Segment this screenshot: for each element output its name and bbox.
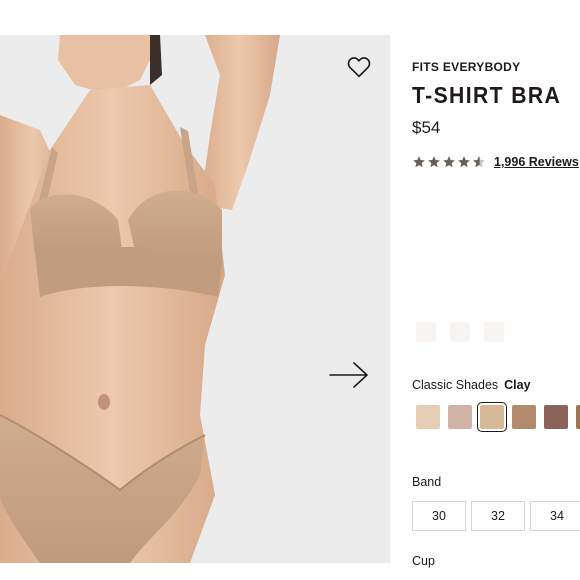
faded-swatch	[416, 322, 436, 342]
swatch-cocoa[interactable]	[544, 405, 568, 429]
arrow-right-icon	[329, 362, 368, 388]
shade-group-label: Classic Shades	[412, 378, 499, 392]
faded-swatch	[484, 322, 504, 342]
reviews-link[interactable]: 1,996 Reviews	[494, 155, 579, 169]
band-size-option[interactable]: 30	[412, 501, 466, 531]
swatch-ochre[interactable]	[512, 405, 536, 429]
swatch-stone[interactable]	[448, 405, 472, 429]
product-image	[0, 35, 390, 563]
model-photo	[0, 35, 280, 563]
star-icon	[428, 156, 440, 168]
star-icon	[443, 156, 455, 168]
band-size-option[interactable]: 34	[530, 501, 580, 531]
product-title: T-SHIRT BRA	[412, 82, 562, 108]
star-icon	[458, 156, 470, 168]
product-details: FITS EVERYBODY T-SHIRT BRA $54 1,996 Rev…	[412, 0, 580, 580]
cup-label: Cup	[412, 554, 435, 568]
heart-outline-icon	[347, 57, 371, 78]
swatch-bronze[interactable]	[576, 405, 580, 429]
band-size-options: 30 32 34	[412, 501, 580, 531]
band-size-option[interactable]: 32	[471, 501, 525, 531]
star-icon	[413, 156, 425, 168]
selected-shade-name: Clay	[504, 378, 531, 392]
next-image-button[interactable]	[326, 355, 372, 395]
star-rating	[412, 155, 486, 169]
band-label: Band	[412, 475, 442, 489]
swatch-clay[interactable]	[477, 402, 507, 432]
product-price: $54	[412, 118, 441, 137]
color-swatches	[416, 402, 580, 432]
swatch-sand[interactable]	[416, 405, 440, 429]
favorite-button[interactable]	[345, 53, 373, 81]
star-half-icon	[473, 156, 485, 168]
collection-label: FITS EVERYBODY	[412, 60, 521, 74]
rating-summary: 1,996 Reviews	[412, 153, 579, 171]
faded-swatches	[416, 322, 504, 342]
shade-selection: Classic Shades Clay	[412, 378, 531, 392]
faded-swatch	[450, 322, 470, 342]
